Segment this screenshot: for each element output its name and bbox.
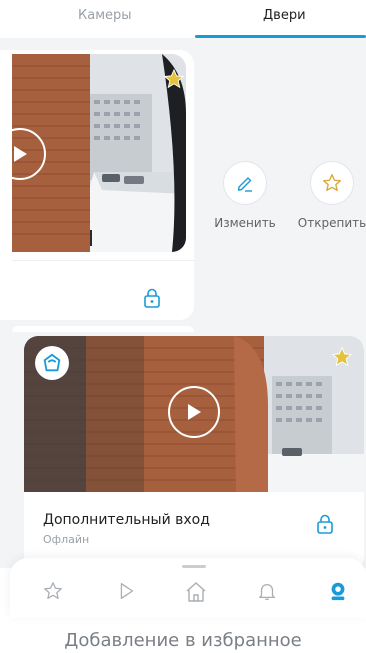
unlock-door-button[interactable] <box>143 288 161 312</box>
lock-icon <box>144 288 160 308</box>
nav-play-icon <box>120 583 134 599</box>
tab-bar: Камеры Двери <box>0 0 366 38</box>
edit-action[interactable]: Изменить <box>205 161 285 230</box>
intercom-avatar-icon <box>43 353 61 372</box>
nav-notifications[interactable] <box>256 580 278 606</box>
nav-home[interactable] <box>184 580 208 608</box>
divider <box>12 260 194 261</box>
drag-handle[interactable] <box>182 565 206 568</box>
door-card-swiped[interactable] <box>0 50 194 320</box>
play-icon <box>188 404 201 420</box>
camera-thumbnail[interactable] <box>12 54 186 252</box>
nav-bell-icon <box>259 584 275 600</box>
edit-icon <box>237 177 252 192</box>
unpin-button[interactable] <box>310 161 354 205</box>
screen-caption: Добавление в избранное <box>64 630 302 651</box>
bottom-navigation <box>10 558 366 618</box>
tab-cameras[interactable]: Камеры <box>78 8 132 23</box>
edit-button[interactable] <box>223 161 267 205</box>
unpin-label: Открепить <box>297 216 366 230</box>
door-title: Дополнительный вход <box>43 512 210 528</box>
nav-profile-icon <box>331 582 345 601</box>
star-icon[interactable] <box>331 346 353 368</box>
unlock-door-button[interactable] <box>316 514 334 538</box>
door-card[interactable]: Дополнительный вход Офлайн <box>24 336 364 568</box>
camera-thumbnail[interactable] <box>24 336 364 492</box>
tab-doors[interactable]: Двери <box>263 8 306 23</box>
nav-home-icon <box>186 582 206 602</box>
lock-icon <box>317 514 333 534</box>
doors-list: Изменить Открепить Дополнительный вход О… <box>0 38 366 568</box>
play-button[interactable] <box>168 386 220 438</box>
door-status: Офлайн <box>43 533 90 546</box>
unpin-star-icon <box>323 174 341 192</box>
nav-profile[interactable] <box>327 580 349 606</box>
card-edge <box>12 326 194 332</box>
intercom-avatar <box>35 346 69 380</box>
nav-favorites[interactable] <box>42 580 64 606</box>
play-icon <box>14 146 27 162</box>
nav-favorites-icon <box>44 582 62 599</box>
nav-video[interactable] <box>115 580 137 606</box>
star-icon[interactable] <box>163 68 185 90</box>
edit-label: Изменить <box>214 216 276 230</box>
unpin-action[interactable]: Открепить <box>292 161 366 230</box>
